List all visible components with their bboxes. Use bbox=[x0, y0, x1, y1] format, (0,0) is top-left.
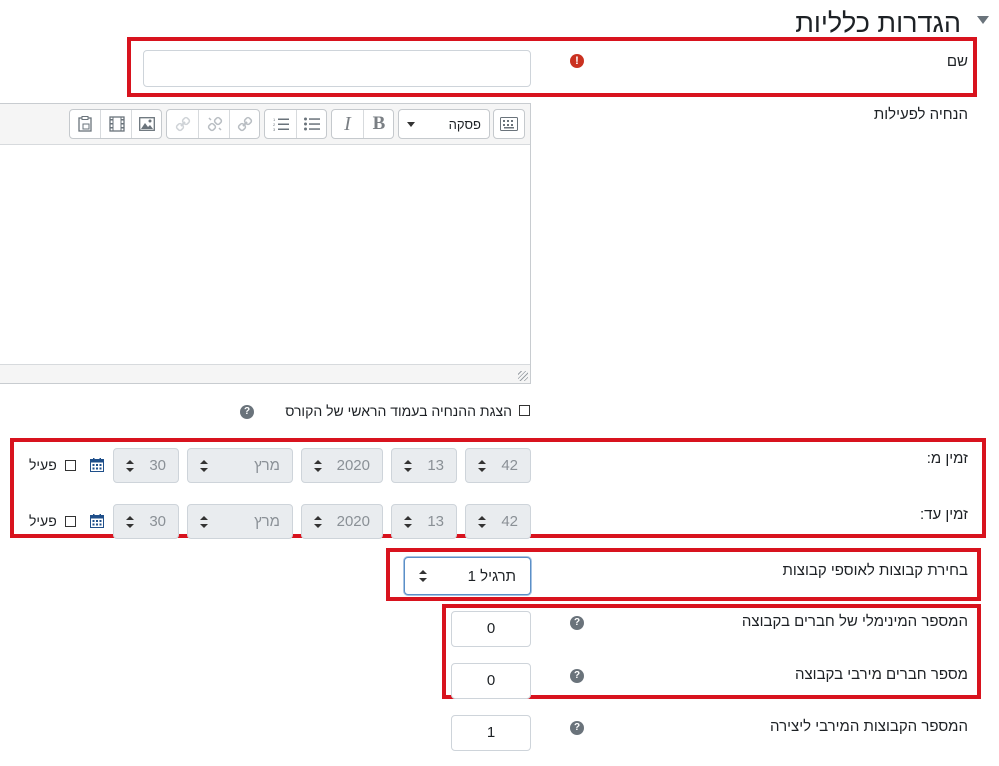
name-label: שם bbox=[946, 53, 968, 70]
time-to-day-value: 30 bbox=[149, 513, 166, 530]
time-to-hour-value: 13 bbox=[427, 513, 444, 530]
time-to-month-select: מרץ bbox=[187, 504, 293, 539]
updown-icon bbox=[478, 459, 486, 472]
time-from-day-value: 30 bbox=[149, 457, 166, 474]
image-button[interactable] bbox=[131, 110, 162, 138]
time-to-label: זמין עד: bbox=[919, 506, 968, 523]
time-from-month-value: מרץ bbox=[254, 457, 280, 474]
help-icon[interactable]: ? bbox=[570, 669, 584, 683]
max-members-label: מספר חברים מירבי בקבוצה bbox=[795, 666, 968, 683]
min-members-input[interactable]: 0 bbox=[451, 611, 531, 647]
help-icon[interactable]: ? bbox=[570, 721, 584, 735]
image-icon bbox=[139, 117, 155, 131]
bold-icon: B bbox=[372, 113, 386, 134]
min-members-label: המספר המינימלי של חברים בקבוצה bbox=[741, 613, 968, 630]
media-button[interactable] bbox=[100, 110, 132, 138]
time-to-day-select: 30 bbox=[113, 504, 179, 539]
link-button[interactable] bbox=[229, 110, 260, 138]
description-editor[interactable]: פסקה I B 123 bbox=[0, 103, 531, 384]
anchor-button[interactable] bbox=[167, 110, 198, 138]
italic-icon: I bbox=[344, 112, 351, 135]
time-from-year-value: 2020 bbox=[336, 457, 370, 474]
time-to-enable-label: פעיל bbox=[29, 513, 57, 529]
max-groups-input[interactable]: 1 bbox=[451, 715, 531, 751]
show-description-checkbox[interactable] bbox=[519, 405, 530, 416]
error-icon: ! bbox=[570, 54, 584, 68]
unordered-list-button[interactable] bbox=[296, 110, 327, 138]
paragraph-select[interactable]: פסקה bbox=[398, 109, 490, 139]
updown-icon bbox=[200, 515, 208, 528]
max-groups-label: המספר הקבוצות המירבי ליצירה bbox=[770, 718, 968, 735]
time-to-year-select: 2020 bbox=[301, 504, 383, 539]
grouping-select[interactable]: תרגיל 1 bbox=[404, 557, 531, 595]
time-from-day-select: 30 bbox=[113, 448, 179, 483]
ordered-list-icon: 123 bbox=[273, 117, 289, 131]
updown-icon bbox=[404, 459, 412, 472]
grouping-label: בחירת קבוצות לאוספי קבוצות bbox=[782, 562, 968, 579]
collapse-arrow-icon[interactable] bbox=[977, 16, 989, 24]
time-to-minute-value: 42 bbox=[501, 513, 518, 530]
updown-icon bbox=[419, 570, 427, 582]
calendar-icon[interactable] bbox=[90, 458, 104, 472]
calendar-icon[interactable] bbox=[90, 514, 104, 528]
time-from-hour-select: 13 bbox=[391, 448, 457, 483]
description-label: הנחיה לפעילות bbox=[873, 106, 968, 123]
updown-icon bbox=[200, 459, 208, 472]
time-from-year-select: 2020 bbox=[301, 448, 383, 483]
ordered-list-button[interactable]: 123 bbox=[265, 110, 296, 138]
time-to-month-value: מרץ bbox=[254, 513, 280, 530]
time-to-year-value: 2020 bbox=[336, 513, 370, 530]
list-group: 123 bbox=[264, 109, 327, 139]
chevron-down-icon bbox=[407, 121, 415, 127]
media-group bbox=[69, 109, 162, 139]
paragraph-select-value: פסקה bbox=[448, 116, 481, 132]
help-icon[interactable]: ? bbox=[570, 616, 584, 630]
toolbar-toggle-button[interactable] bbox=[493, 109, 525, 139]
time-from-minute-select: 42 bbox=[465, 448, 531, 483]
anchor-icon bbox=[175, 116, 190, 132]
resize-grip-icon[interactable] bbox=[518, 371, 528, 381]
film-icon bbox=[108, 116, 125, 132]
grouping-select-value: תרגיל 1 bbox=[467, 567, 516, 585]
updown-icon bbox=[404, 515, 412, 528]
link-group bbox=[166, 109, 260, 139]
editor-status-bar bbox=[0, 364, 530, 383]
time-to-minute-select: 42 bbox=[465, 504, 531, 539]
time-from-enable-checkbox[interactable] bbox=[65, 460, 76, 471]
time-to-enable-checkbox[interactable] bbox=[65, 516, 76, 527]
updown-icon bbox=[314, 515, 322, 528]
editor-content-area[interactable] bbox=[0, 145, 530, 366]
bold-button[interactable]: B bbox=[363, 110, 394, 138]
max-members-input[interactable]: 0 bbox=[451, 663, 531, 699]
time-from-enable-label: פעיל bbox=[29, 457, 57, 473]
time-from-minute-value: 42 bbox=[501, 457, 518, 474]
clipboard-icon bbox=[78, 116, 92, 132]
svg-text:3: 3 bbox=[273, 127, 276, 131]
unordered-list-icon bbox=[304, 117, 320, 131]
time-from-hour-value: 13 bbox=[427, 457, 444, 474]
keyboard-icon bbox=[500, 117, 518, 131]
time-to-hour-select: 13 bbox=[391, 504, 457, 539]
updown-icon bbox=[126, 515, 134, 528]
unlink-icon bbox=[207, 116, 222, 132]
italic-button[interactable]: I bbox=[332, 110, 363, 138]
unlink-button[interactable] bbox=[198, 110, 230, 138]
help-icon[interactable]: ? bbox=[240, 405, 254, 419]
time-from-month-select: מרץ bbox=[187, 448, 293, 483]
updown-icon bbox=[478, 515, 486, 528]
format-group: I B bbox=[331, 109, 394, 139]
time-from-label: זמין מ: bbox=[926, 450, 968, 467]
link-icon bbox=[237, 116, 253, 132]
editor-toolbar: פסקה I B 123 bbox=[0, 104, 530, 145]
updown-icon bbox=[314, 459, 322, 472]
name-input[interactable] bbox=[143, 50, 531, 87]
section-title[interactable]: הגדרות כלליות bbox=[795, 8, 961, 39]
manage-files-button[interactable] bbox=[70, 110, 100, 138]
updown-icon bbox=[126, 459, 134, 472]
show-description-label: הצגת ההנחיה בעמוד הראשי של הקורס bbox=[285, 403, 512, 419]
